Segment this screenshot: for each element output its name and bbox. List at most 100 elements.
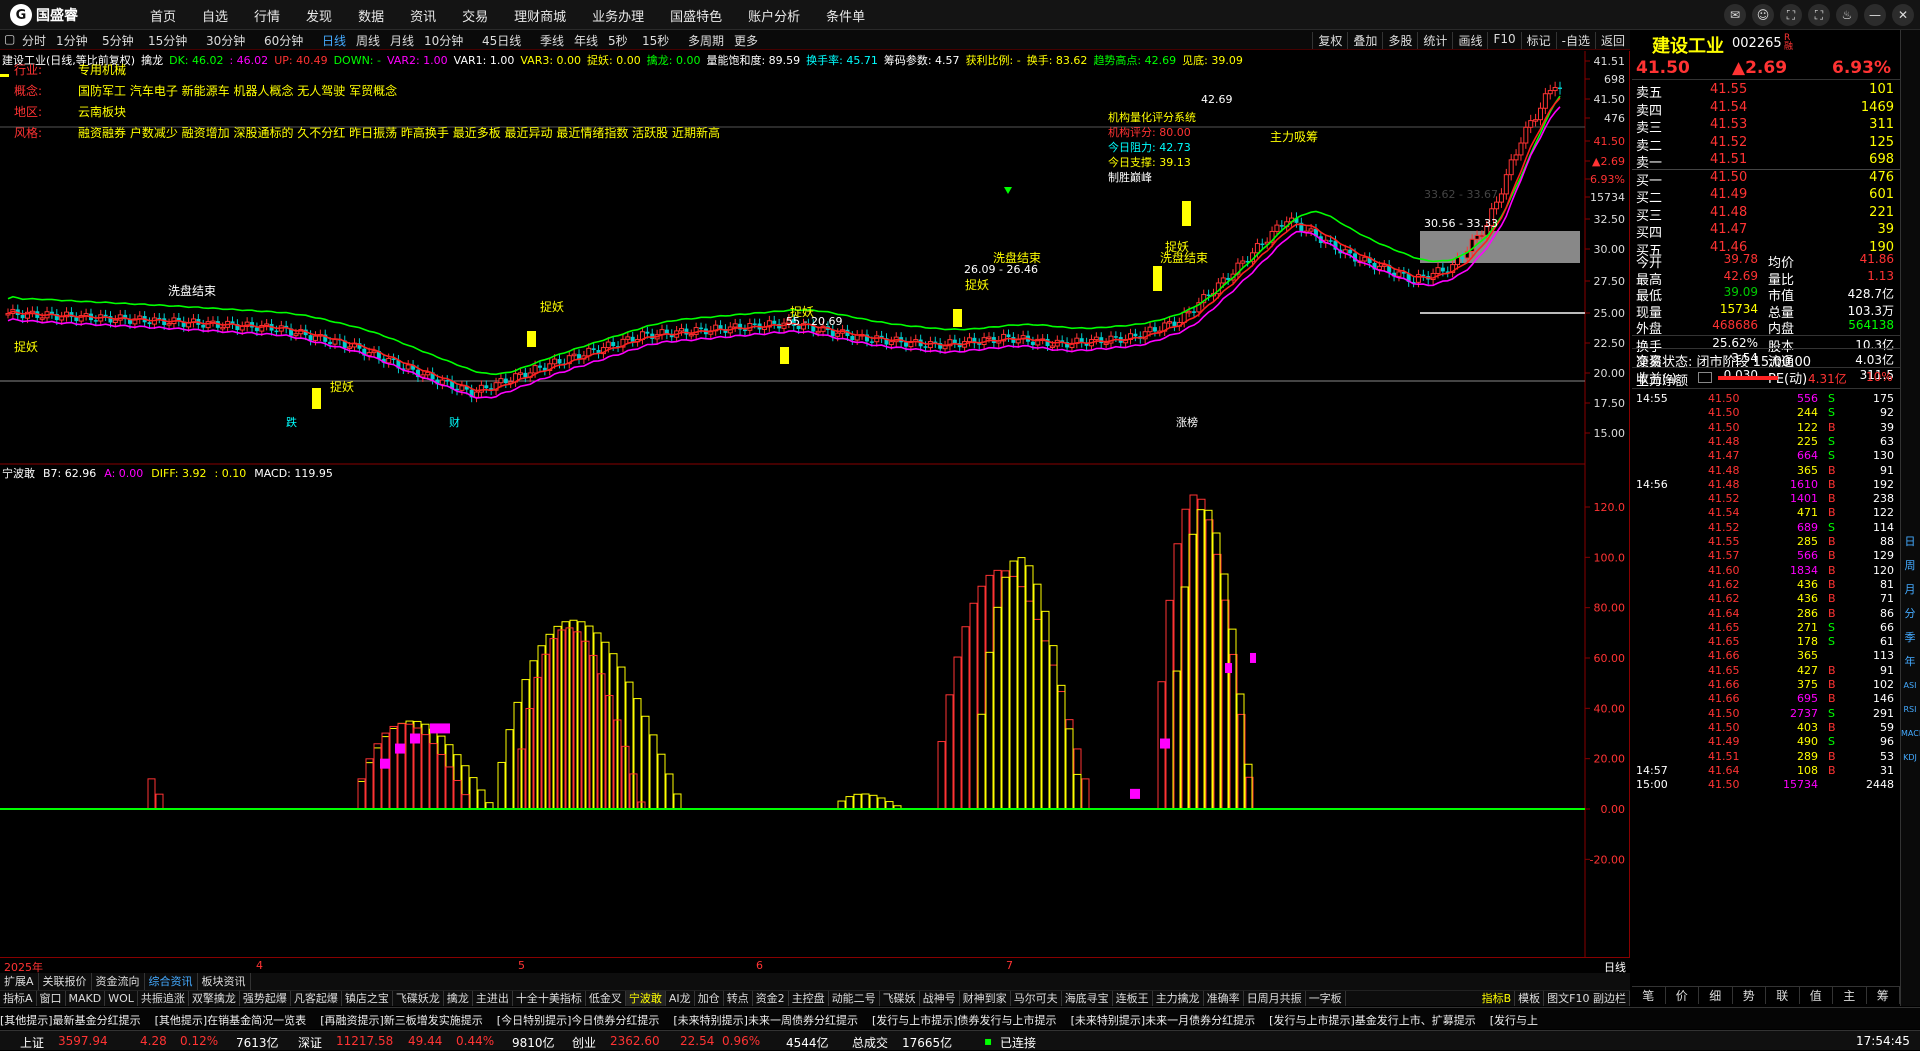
menu-item[interactable]: 交易 [462,6,488,25]
indicator-tab[interactable]: 战神号 [920,991,960,1006]
tick-list[interactable]: 14:55 41.50 556 S 175 41.50 244 S 92 41.50 122 B 39 4… [1632,388,1900,986]
period-tab[interactable]: 15秒 [642,32,669,49]
indicator-tab[interactable]: WOL [105,991,138,1006]
period-tab[interactable]: 30分钟 [206,32,245,49]
menu-item[interactable]: 国盛特色 [670,6,722,25]
fullscreen-icon[interactable]: ⛶ [1808,4,1830,26]
toolbar-button[interactable]: 标记 [1520,32,1556,49]
menu-item[interactable]: 行情 [254,6,280,25]
ticker-item[interactable]: [其他提示]在销基金简况一览表 [155,1012,307,1029]
side-tool[interactable]: KDJ [1901,746,1919,770]
toolbar-button[interactable]: 复权 [1312,32,1347,49]
period-tab[interactable]: 45日线 [482,32,521,49]
toolbar-button[interactable]: 返回 [1594,32,1630,49]
period-tab[interactable]: 季线 [540,32,564,49]
period-tab[interactable]: 周线 [356,32,380,49]
menu-item[interactable]: 账户分析 [748,6,800,25]
kline-chart-area[interactable]: 41.51 698 41.50 476 41.50 ▲2.69 6.93% 15734 32.5… [0,51,1630,959]
info-tab[interactable]: 资金流向 [92,973,145,990]
indicator-tab[interactable]: 动能二号 [829,991,880,1006]
period-tab[interactable]: 1分钟 [56,32,88,49]
info-tab[interactable]: 扩展A [0,973,39,990]
ticker-item[interactable]: [发行与上市提示]债券发行与上市提示 [872,1012,1057,1029]
quote-tab[interactable]: 筹 [1867,987,1900,1004]
quote-tab[interactable]: 笔 [1632,987,1666,1004]
period-tab[interactable]: 多周期 [688,32,724,49]
ticker-item[interactable]: [未来特别提示]未来一周债券分红提示 [673,1012,858,1029]
info-tab[interactable]: 综合资讯 [145,973,198,990]
ticker-item[interactable]: [发行与上 [1490,1012,1538,1029]
indicator-tab-right[interactable]: 模板 [1515,991,1545,1006]
info-tab[interactable]: 板块资讯 [198,973,251,990]
period-tab[interactable]: 日线 [322,32,346,49]
side-tool[interactable]: ASI [1901,674,1919,698]
indicator-tab-right[interactable]: 图文F10 副边栏 [1544,991,1630,1006]
period-tab[interactable]: 更多 [734,32,758,49]
info-tab[interactable]: 关联报价 [39,973,92,990]
indicator-tab[interactable]: 海底寻宝 [1062,991,1113,1006]
indicator-tab[interactable]: 财神到家 [960,991,1011,1006]
indicator-tab[interactable]: 强势起爆 [240,991,291,1006]
indicator-tab[interactable]: 主进出 [473,991,513,1006]
menu-item[interactable]: 业务办理 [592,6,644,25]
period-tab[interactable]: 60分钟 [264,32,303,49]
cy-label[interactable]: 创业 [572,1034,596,1051]
minimize-icon[interactable]: — [1864,4,1886,26]
side-tool[interactable]: 季 [1901,626,1919,650]
side-tool[interactable]: 年 [1901,650,1919,674]
toolbar-button[interactable]: 统计 [1417,32,1452,49]
indicator-tab[interactable]: 资金2 [753,991,789,1006]
menu-item[interactable]: 自选 [202,6,228,25]
sh-label[interactable]: 上证 [20,1034,44,1051]
indicator-tab[interactable]: 宁波敢 [625,991,666,1006]
toolbar-button[interactable]: -自选 [1555,32,1595,49]
menu-item[interactable]: 数据 [358,6,384,25]
indicator-tab-right[interactable]: 指标B [1479,991,1516,1006]
fullscreen-icon[interactable]: ⛶ [1780,4,1802,26]
period-tab[interactable]: 年线 [574,32,598,49]
toolbar-button[interactable]: F10 [1487,32,1520,49]
quote-tab[interactable]: 主 [1833,987,1867,1004]
side-tool[interactable]: 月 [1901,578,1919,602]
indicator-tab[interactable]: 连板王 [1113,991,1153,1006]
indicator-tab[interactable]: 马尔可夫 [1011,991,1062,1006]
indicator-tab[interactable]: 日周月共振 [1244,991,1306,1006]
indicator-tab[interactable]: 擒龙 [444,991,473,1006]
menu-item[interactable]: 首页 [150,6,176,25]
indicator-tab[interactable]: 镇店之宝 [342,991,393,1006]
sz-label[interactable]: 深证 [298,1034,322,1051]
main-net-icon[interactable] [1698,372,1712,383]
period-tab[interactable]: 15分钟 [148,32,187,49]
ticker-item[interactable]: [发行与上市提示]基金发行上市、扩募提示 [1269,1012,1476,1029]
side-tool[interactable]: 分 [1901,602,1919,626]
indicator-tab[interactable]: 加仓 [695,991,724,1006]
indicator-tab[interactable]: 转点 [724,991,753,1006]
quote-tab[interactable]: 细 [1699,987,1733,1004]
message-icon[interactable]: ✉ [1724,4,1746,26]
ticker-item[interactable]: [再融资提示]新三板增发实施提示 [320,1012,483,1029]
ticker-item[interactable]: [今日特别提示]今日债券分红提示 [497,1012,660,1029]
ticker-item[interactable]: [其他提示]最新基金分红提示 [0,1012,141,1029]
indicator-tab[interactable]: 十全十美指标 [513,991,586,1006]
period-tab[interactable]: 分时 [22,32,46,49]
indicator-tab[interactable]: 飞碟妖 [880,991,920,1006]
period-tab[interactable]: 5分钟 [102,32,134,49]
toolbar-button[interactable]: 画线 [1452,32,1487,49]
menu-item[interactable]: 发现 [306,6,332,25]
menu-item[interactable]: 理财商城 [514,6,566,25]
side-tool[interactable]: 周 [1901,554,1919,578]
quote-tab[interactable]: 联 [1766,987,1800,1004]
indicator-tab[interactable]: 凡客起爆 [291,991,342,1006]
indicator-tab[interactable]: 飞碟妖龙 [393,991,444,1006]
side-tool[interactable]: MACD [1901,722,1920,746]
indicator-tab[interactable]: AI龙 [666,991,695,1006]
indicator-tab[interactable]: 准确率 [1204,991,1244,1006]
menu-item[interactable]: 条件单 [826,6,865,25]
skin-icon[interactable]: ♨ [1836,4,1858,26]
toolbar-button[interactable]: 叠加 [1347,32,1382,49]
quote-tab[interactable]: 价 [1666,987,1699,1004]
layout-toggle-icon[interactable]: ▢ [4,32,15,46]
indicator-tab[interactable]: 指标A [0,991,37,1006]
indicator-tab[interactable]: 共振追涨 [138,991,189,1006]
user-icon[interactable]: ☺ [1752,4,1774,26]
